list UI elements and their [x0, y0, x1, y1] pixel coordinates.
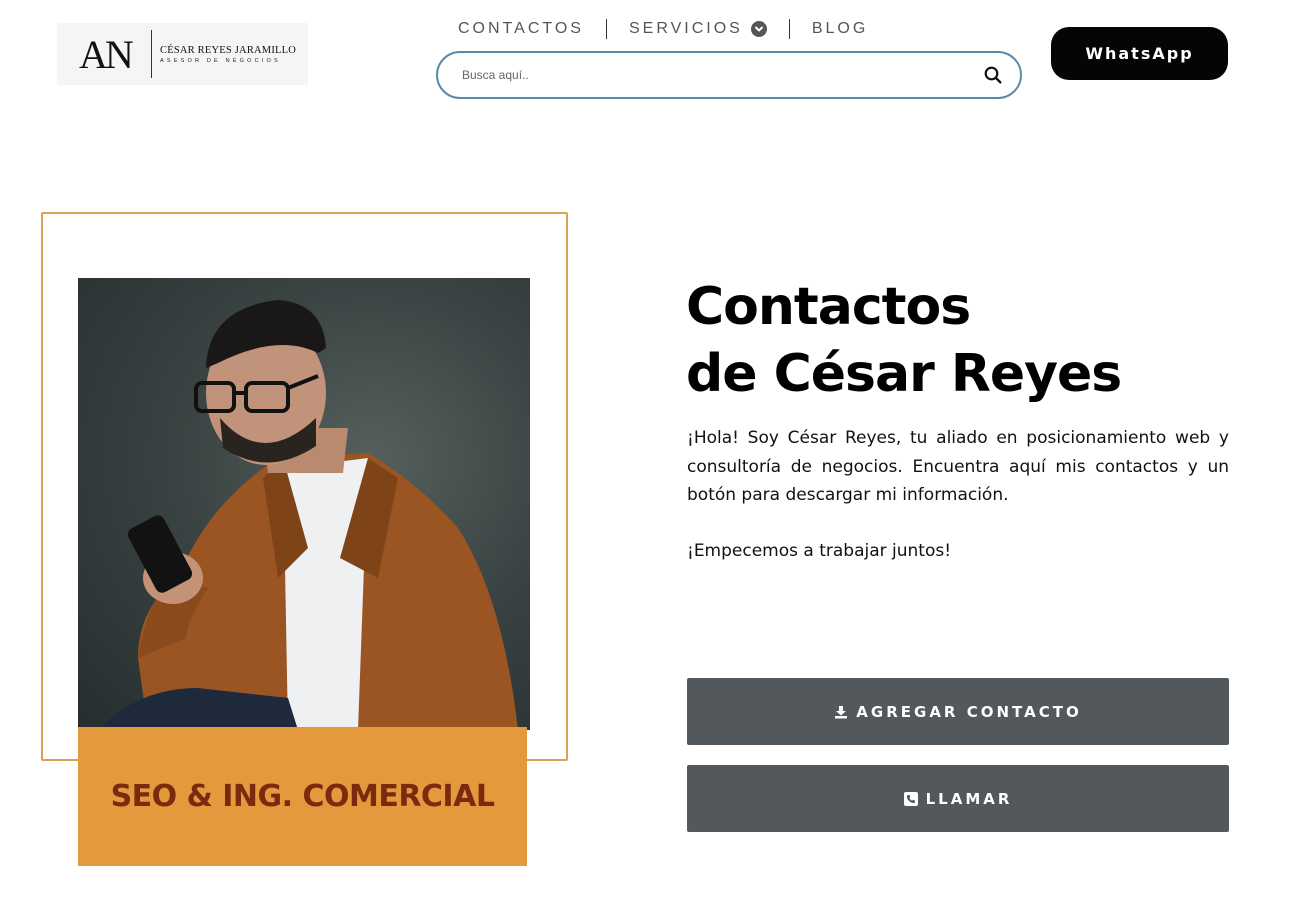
- nav-item-blog[interactable]: BLOG: [812, 20, 868, 38]
- logo-text: CÉSAR REYES JARAMILLO ASESOR DE NEGOCIOS: [160, 45, 296, 64]
- chevron-down-icon[interactable]: [750, 21, 767, 37]
- nav-item-contactos[interactable]: CONTACTOS: [458, 20, 584, 38]
- whatsapp-button[interactable]: WhatsApp: [1051, 27, 1228, 80]
- profile-photo: [78, 278, 530, 730]
- tagline-text: SEO & ING. COMERCIAL: [110, 779, 495, 814]
- nav-item-label: BLOG: [811, 20, 869, 37]
- add-contact-label: AGREGAR CONTACTO: [856, 702, 1082, 721]
- page-title-line-2: de César Reyes: [686, 344, 1122, 404]
- page-title-line-1: Contactos: [686, 277, 971, 337]
- call-label: LLAMAR: [925, 789, 1013, 808]
- logo-mark: AN: [79, 31, 134, 77]
- nav-item-servicios[interactable]: SERVICIOS: [629, 20, 767, 38]
- phone-icon: [903, 791, 918, 806]
- nav-separator: [788, 19, 790, 39]
- search-bar: [436, 51, 1022, 99]
- nav-item-label: SERVICIOS: [628, 20, 743, 37]
- nav-separator: [605, 19, 607, 39]
- site-logo[interactable]: AN CÉSAR REYES JARAMILLO ASESOR DE NEGOC…: [57, 23, 308, 85]
- logo-name: CÉSAR REYES JARAMILLO: [160, 44, 297, 56]
- nav-item-label: CONTACTOS: [458, 20, 584, 37]
- add-contact-button[interactable]: AGREGAR CONTACTO: [687, 678, 1229, 745]
- call-button[interactable]: LLAMAR: [687, 765, 1229, 832]
- search-icon[interactable]: [978, 60, 1008, 90]
- download-icon: [834, 705, 848, 719]
- tagline-banner: SEO & ING. COMERCIAL: [78, 727, 527, 866]
- page-title: Contactos de César Reyes: [686, 274, 1246, 408]
- search-input[interactable]: [462, 68, 978, 82]
- main-nav: CONTACTOS SERVICIOS BLOG: [458, 18, 868, 40]
- logo-divider: [151, 30, 152, 78]
- intro-paragraph: ¡Hola! Soy César Reyes, tu aliado en pos…: [687, 428, 1229, 505]
- cta-text: ¡Empecemos a trabajar juntos!: [687, 541, 952, 561]
- logo-subtitle: ASESOR DE NEGOCIOS: [160, 57, 281, 64]
